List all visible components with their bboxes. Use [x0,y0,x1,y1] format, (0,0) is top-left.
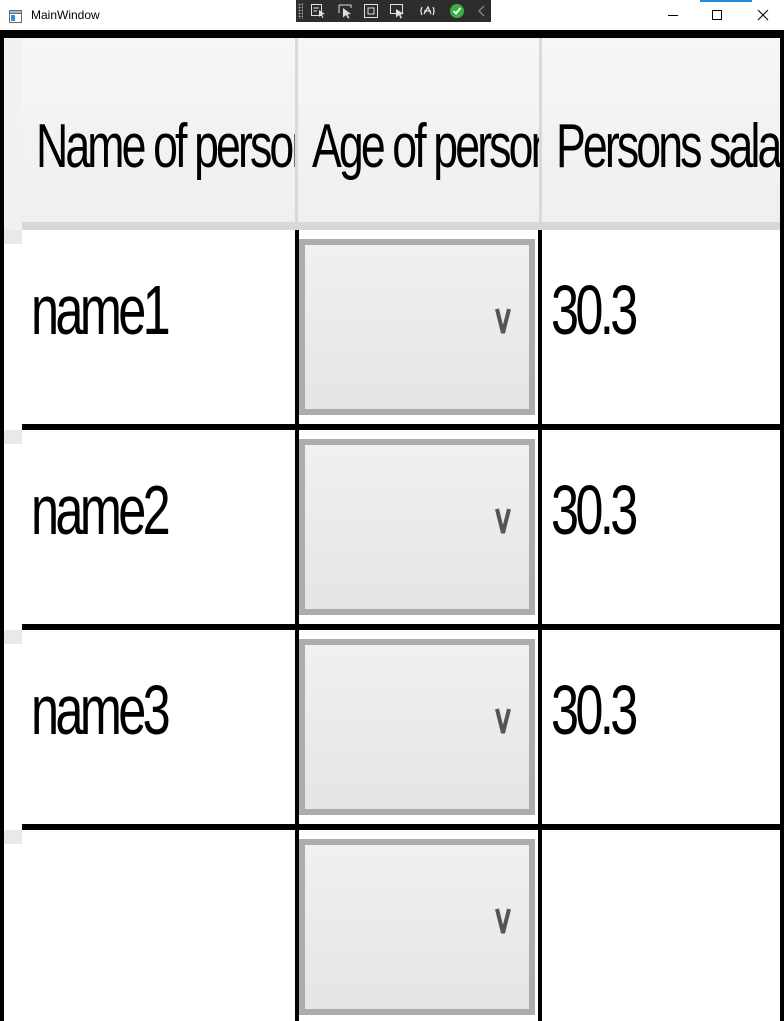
minimize-icon [668,15,678,16]
maximize-icon [712,10,722,20]
window-title: MainWindow [31,8,100,22]
table-cell-name[interactable]: name2 [22,430,295,624]
cell-value: 30.3 [551,271,638,349]
chevron-down-icon [495,908,511,934]
wpf-debug-toolbar [296,0,491,22]
table-cell-age [299,630,538,824]
row-divider [22,824,780,830]
age-combobox[interactable] [299,439,535,615]
cell-value: name1 [31,271,171,349]
table-cell-salary[interactable]: 30.3 [542,230,780,424]
column-header-name[interactable]: Name of person [22,38,298,222]
select-all-corner[interactable] [4,38,22,230]
row-header[interactable] [4,830,22,844]
table-cell-name[interactable]: name1 [22,230,295,424]
table-cell-name[interactable]: name3 [22,630,295,824]
column-header-separator [22,222,780,230]
minimize-button[interactable] [650,0,696,30]
track-focus-icon[interactable] [389,3,406,19]
collapse-toolbar-icon[interactable] [474,3,491,19]
binding-failures-icon[interactable] [419,3,436,19]
cell-value: 30.3 [551,471,638,549]
table-cell-age [299,230,538,424]
row-header[interactable] [4,230,22,244]
table-cell-salary[interactable] [542,830,780,1021]
column-header-label: Age of person [312,112,542,181]
pointer-select-icon[interactable] [337,3,354,19]
grid-top-border [0,30,784,38]
data-grid: Name of person Age of person Persons sal… [0,30,784,1021]
table-cell-name[interactable] [22,830,295,1021]
age-combobox[interactable] [299,839,535,1015]
table-cell-age [299,430,538,624]
table-cell-salary[interactable]: 30.3 [542,630,780,824]
cell-value: name2 [31,471,171,549]
chevron-down-icon [495,508,511,534]
select-element-icon[interactable] [310,3,327,19]
column-header-salary[interactable]: Persons salary [542,38,780,222]
row-divider [22,624,780,630]
app-window-icon [9,8,22,23]
row-header[interactable] [4,430,22,444]
layout-adorner-icon[interactable] [363,3,380,19]
toolbar-grip-icon[interactable] [298,3,303,19]
main-window: MainWindow Name of person Age of person … [0,0,784,1021]
maximize-button[interactable] [694,0,740,30]
chevron-down-icon [495,308,511,334]
close-button[interactable] [740,0,784,30]
table-cell-age [299,830,538,1021]
hot-reload-ok-icon[interactable] [449,3,466,19]
close-icon [757,9,769,21]
column-header-label: Name of person [36,112,298,181]
row-divider [22,424,780,430]
title-bar[interactable]: MainWindow [0,0,784,30]
age-combobox[interactable] [299,239,535,415]
table-cell-salary[interactable]: 30.3 [542,430,780,624]
column-header-age[interactable]: Age of person [298,38,542,222]
row-header[interactable] [4,630,22,644]
age-combobox[interactable] [299,639,535,815]
chevron-down-icon [495,708,511,734]
cell-value: 30.3 [551,671,638,749]
grid-right-border [780,30,784,1021]
column-header-label: Persons salary [556,112,780,181]
cell-value: name3 [31,671,171,749]
